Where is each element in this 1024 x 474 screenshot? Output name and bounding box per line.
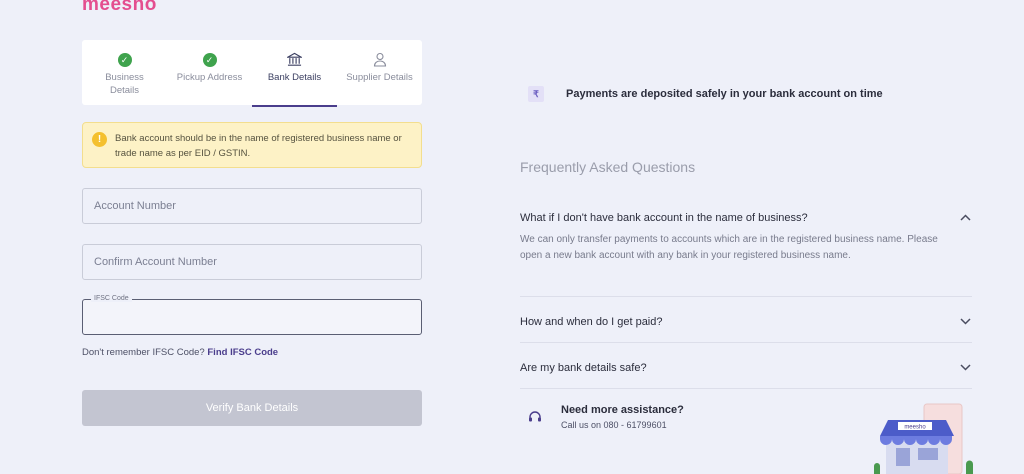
faq-divider bbox=[520, 388, 972, 389]
payments-safe-info: ₹ Payments are deposited safely in your … bbox=[528, 86, 883, 102]
ifsc-code-input[interactable] bbox=[94, 311, 410, 323]
faq-question: What if I don't have bank account in the… bbox=[520, 212, 808, 224]
step-label: Supplier Details bbox=[346, 72, 413, 83]
check-circle-icon: ✓ bbox=[117, 52, 132, 67]
faq-item[interactable]: How and when do I get paid? bbox=[520, 316, 972, 328]
faq-answer: We can only transfer payments to account… bbox=[520, 234, 938, 261]
faq-question: How and when do I get paid? bbox=[520, 316, 663, 328]
warning-icon: ! bbox=[92, 132, 107, 147]
step-label: Bank Details bbox=[267, 72, 322, 83]
find-ifsc-code-link[interactable]: Find IFSC Code bbox=[207, 347, 278, 358]
step-bank-details[interactable]: Bank Details bbox=[252, 40, 337, 107]
ifsc-help-text: Don't remember IFSC Code? bbox=[82, 347, 205, 358]
ifsc-help: Don't remember IFSC Code? Find IFSC Code bbox=[82, 347, 278, 358]
account-number-field[interactable] bbox=[82, 188, 422, 224]
ifsc-code-label: IFSC Code bbox=[91, 295, 132, 302]
confirm-account-number-input[interactable] bbox=[94, 256, 410, 268]
rupee-icon: ₹ bbox=[528, 86, 544, 102]
store-illustration: meesho bbox=[874, 403, 973, 474]
assistance-block: Need more assistance? Call us on 080 - 6… bbox=[528, 404, 684, 430]
account-number-input[interactable] bbox=[94, 200, 410, 212]
step-label: Pickup Address bbox=[176, 72, 243, 83]
meesho-logo[interactable]: meesho bbox=[82, 0, 157, 16]
headset-icon bbox=[528, 410, 542, 424]
payments-safe-text: Payments are deposited safely in your ba… bbox=[566, 88, 883, 100]
assistance-phone[interactable]: Call us on 080 - 61799601 bbox=[561, 420, 684, 430]
faq-divider bbox=[520, 342, 972, 343]
check-circle-icon: ✓ bbox=[202, 52, 217, 67]
onboarding-form-panel: meesho ✓ Business Details ✓ Pickup Addre… bbox=[0, 0, 470, 474]
verify-bank-details-button[interactable]: Verify Bank Details bbox=[82, 390, 422, 426]
faq-question: Are my bank details safe? bbox=[520, 362, 647, 374]
step-business-details[interactable]: ✓ Business Details bbox=[82, 40, 167, 105]
step-supplier-details[interactable]: Supplier Details bbox=[337, 40, 422, 105]
step-pickup-address[interactable]: ✓ Pickup Address bbox=[167, 40, 252, 105]
step-label: Business Details bbox=[105, 72, 144, 96]
assistance-title: Need more assistance? bbox=[561, 404, 684, 416]
chevron-up-icon[interactable] bbox=[958, 212, 972, 224]
chevron-down-icon[interactable] bbox=[958, 362, 972, 374]
faq-title: Frequently Asked Questions bbox=[520, 159, 696, 175]
ifsc-code-field[interactable]: IFSC Code bbox=[82, 295, 422, 335]
user-icon bbox=[372, 52, 387, 67]
faq-item[interactable]: What if I don't have bank account in the… bbox=[520, 212, 972, 264]
onboarding-stepper: ✓ Business Details ✓ Pickup Address Bank… bbox=[82, 40, 422, 107]
chevron-down-icon[interactable] bbox=[958, 316, 972, 328]
bank-name-notice: ! Bank account should be in the name of … bbox=[82, 122, 422, 168]
confirm-account-number-field[interactable] bbox=[82, 244, 422, 280]
store-sign-text: meesho bbox=[904, 425, 926, 431]
faq-item[interactable]: Are my bank details safe? bbox=[520, 362, 972, 374]
bank-icon bbox=[287, 52, 302, 67]
faq-divider bbox=[520, 296, 972, 297]
notice-text: Bank account should be in the name of re… bbox=[115, 133, 402, 160]
